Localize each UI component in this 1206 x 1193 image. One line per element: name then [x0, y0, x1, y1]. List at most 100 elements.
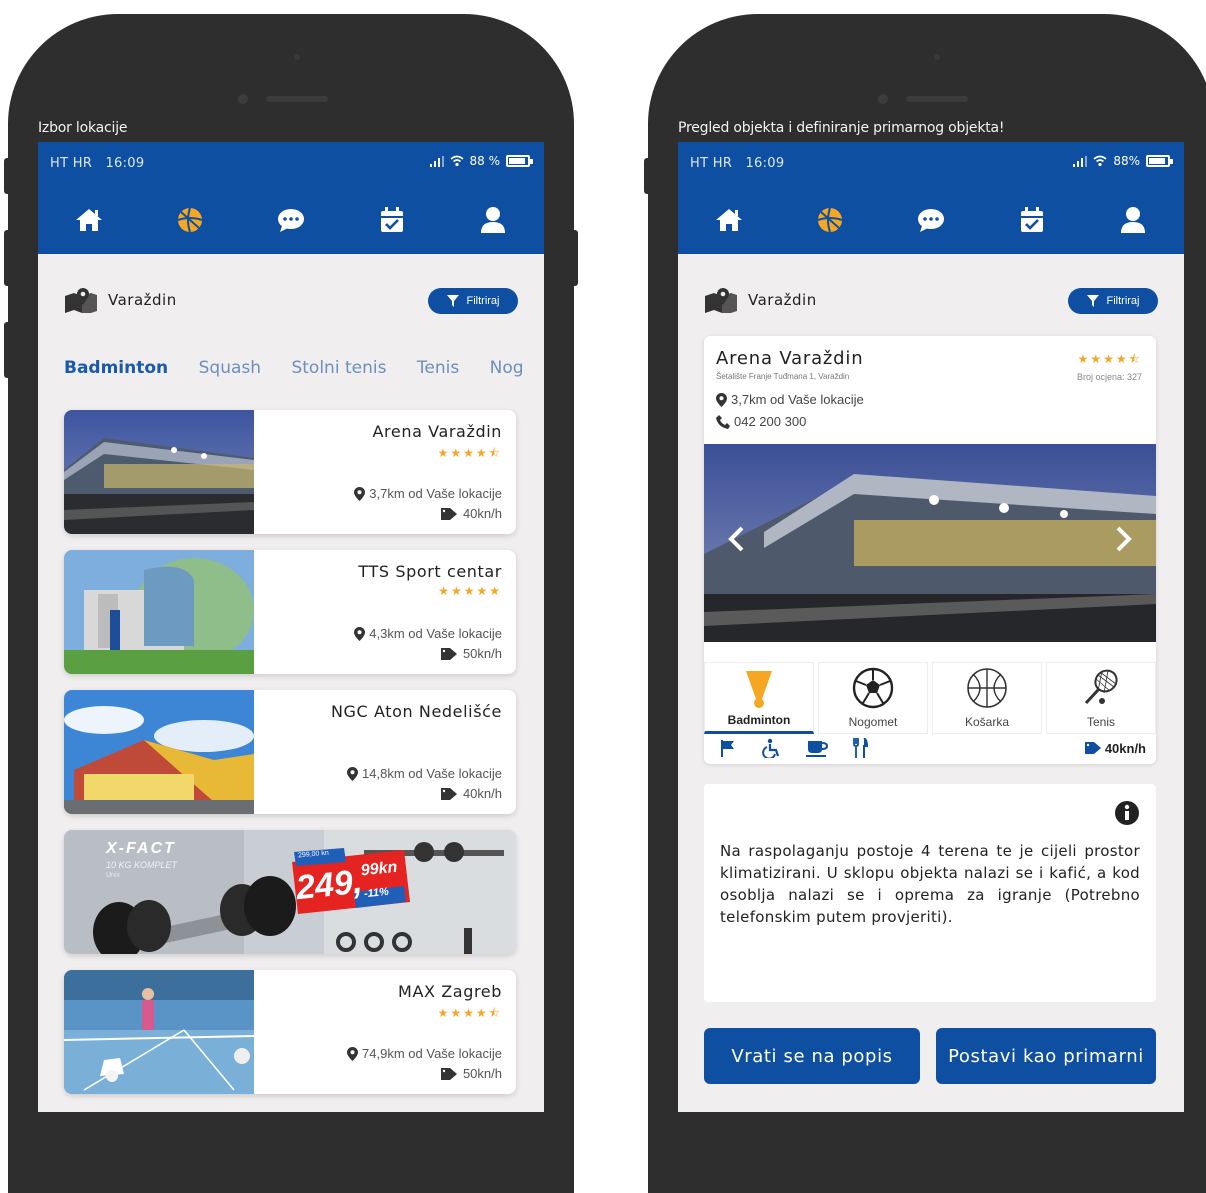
venue-photo — [64, 550, 254, 674]
venue-distance-text: 3,7km od Vaše lokacije — [731, 392, 864, 407]
basketball-icon — [967, 668, 1007, 708]
venue-address: Šetalište Franje Tuđmana 1, Varaždin — [716, 372, 850, 381]
wifi-icon — [1093, 155, 1107, 167]
filter-icon — [1086, 295, 1099, 307]
sport-badminton[interactable]: Badminton — [704, 662, 814, 734]
venue-rating: ★★★★⯪ — [1077, 352, 1142, 366]
venue-name: TTS Sport centar — [358, 562, 502, 581]
volume-down-button — [4, 322, 12, 378]
ad-sub2: Unix — [106, 872, 121, 879]
tab-stolni-tenis[interactable]: Stolni tenis — [291, 358, 386, 378]
chat-icon — [277, 209, 304, 232]
nav-calendar[interactable] — [374, 202, 410, 238]
nav-chat[interactable] — [273, 202, 309, 238]
sport-label: Tenis — [1086, 715, 1115, 729]
phone-icon — [716, 414, 730, 429]
calendar-check-icon — [1021, 207, 1044, 232]
nav-sports[interactable] — [812, 202, 848, 238]
venue-price: 50kn/h — [440, 1066, 502, 1081]
location-row[interactable]: Varaždin — [64, 286, 177, 314]
sport-tenis[interactable]: Tenis — [1046, 662, 1156, 734]
carrier: HT HR — [50, 156, 93, 171]
filter-icon — [446, 295, 459, 307]
venue-photo — [64, 410, 254, 534]
tab-tenis[interactable]: Tenis — [417, 358, 459, 378]
info-icon[interactable] — [1114, 800, 1140, 826]
volume-up-button — [4, 230, 12, 286]
venue-distance-text: 3,7km od Vaše lokacije — [369, 486, 502, 501]
filter-button[interactable]: Filtriraj — [1068, 288, 1158, 314]
set-primary-button[interactable]: Postavi kao primarni — [936, 1028, 1156, 1084]
price-tag-icon — [440, 647, 457, 660]
volleyball-icon — [817, 207, 843, 233]
location-name: Varaždin — [748, 291, 817, 309]
wifi-icon — [449, 155, 464, 167]
nav-home[interactable] — [711, 202, 747, 238]
nav-sports[interactable] — [172, 202, 208, 238]
venue-card-arena-varazdin[interactable]: Arena Varaždin ★★★★⯪ 3,7km od Vaše lokac… — [64, 410, 516, 534]
nav-profile[interactable] — [475, 202, 511, 238]
tab-badminton[interactable]: Badminton — [64, 358, 168, 378]
amenities-row: 40kn/h — [704, 734, 1156, 762]
venue-card-max-zagreb[interactable]: MAX Zagreb ★★★★⯪ 74,9km od Vaše lokacije… — [64, 970, 516, 1094]
nav-calendar[interactable] — [1014, 202, 1050, 238]
venue-price: 40kn/h — [440, 786, 502, 801]
sport-label: Košarka — [964, 715, 1010, 729]
location-name: Varaždin — [108, 291, 177, 309]
venue-description: Na raspolaganju postoje 4 terena te je c… — [720, 842, 1140, 926]
front-camera — [878, 94, 888, 104]
status-bar-right: 88 % — [429, 154, 533, 168]
venue-price: 40kn/h — [440, 506, 502, 521]
price-tag-icon — [440, 507, 457, 520]
filter-button[interactable]: Filtriraj — [428, 288, 518, 314]
carousel-prev-button[interactable] — [728, 526, 744, 557]
venue-price-text: 50kn/h — [462, 1066, 502, 1081]
sport-nogomet[interactable]: Nogomet — [818, 662, 928, 734]
nav-chat[interactable] — [913, 202, 949, 238]
signal-icon — [429, 155, 444, 167]
venue-distance-text: 4,3km od Vaše lokacije — [369, 626, 502, 641]
location-pin-icon — [347, 1046, 359, 1061]
venue-distance: 14,8km od Vaše lokacije — [347, 766, 502, 781]
shuttlecock-icon — [746, 671, 772, 708]
mute-switch — [4, 158, 12, 194]
restaurant-icon — [853, 738, 868, 758]
clock: 16:09 — [745, 156, 785, 171]
venue-detail-card: Arena Varaždin Šetalište Franje Tuđmana … — [704, 336, 1156, 764]
venue-price-text: 40kn/h — [1104, 740, 1146, 756]
mute-switch — [644, 158, 652, 194]
nav-home[interactable] — [71, 202, 107, 238]
nav-profile[interactable] — [1115, 202, 1151, 238]
app-header: HT HR 16:09 88% — [678, 142, 1184, 254]
sport-selector: Badminton Nogomet Košarka Tenis — [704, 662, 1156, 734]
venue-name: NGC Aton Nedelišće — [330, 702, 502, 721]
sport-kosarka[interactable]: Košarka — [932, 662, 1042, 734]
venue-card-ngc-aton[interactable]: NGC Aton Nedelišće 14,8km od Vaše lokaci… — [64, 690, 516, 814]
phone-sensor — [294, 54, 300, 60]
tab-nogomet[interactable]: Nog — [490, 358, 524, 378]
filter-label: Filtriraj — [1106, 295, 1140, 307]
home-icon — [75, 209, 102, 231]
location-pin-icon — [716, 392, 727, 407]
venue-phone[interactable]: 042 200 300 — [716, 414, 806, 429]
venue-rating: ★★★★⯪ — [437, 1006, 502, 1020]
venue-distance-text: 14,8km od Vaše lokacije — [362, 766, 502, 781]
battery-percent: 88 % — [469, 154, 501, 168]
earpiece-speaker — [906, 96, 968, 102]
price-tag-icon — [440, 787, 457, 800]
chevron-right-icon — [1116, 526, 1132, 552]
tab-squash[interactable]: Squash — [199, 358, 261, 378]
battery-icon — [506, 155, 533, 167]
venue-photo — [704, 444, 1156, 642]
venue-distance: 74,9km od Vaše lokacije — [347, 1046, 502, 1061]
ad-banner-dumbbell[interactable]: X-FACT 10 KG KOMPLET Unix 299,00 kn 249,… — [64, 830, 516, 954]
venue-card-tts-sport-centar[interactable]: TTS Sport centar ★★★★★ 4,3km od Vaše lok… — [64, 550, 516, 674]
carousel-next-button[interactable] — [1116, 526, 1132, 557]
venue-distance: 3,7km od Vaše lokacije — [354, 486, 502, 501]
power-button — [570, 230, 578, 286]
earpiece-speaker — [266, 96, 328, 102]
location-row[interactable]: Varaždin — [704, 286, 817, 314]
map-location-icon — [65, 288, 97, 313]
back-to-list-button[interactable]: Vrati se na popis — [704, 1028, 920, 1084]
screen-caption: Izbor lokacije — [38, 120, 128, 136]
